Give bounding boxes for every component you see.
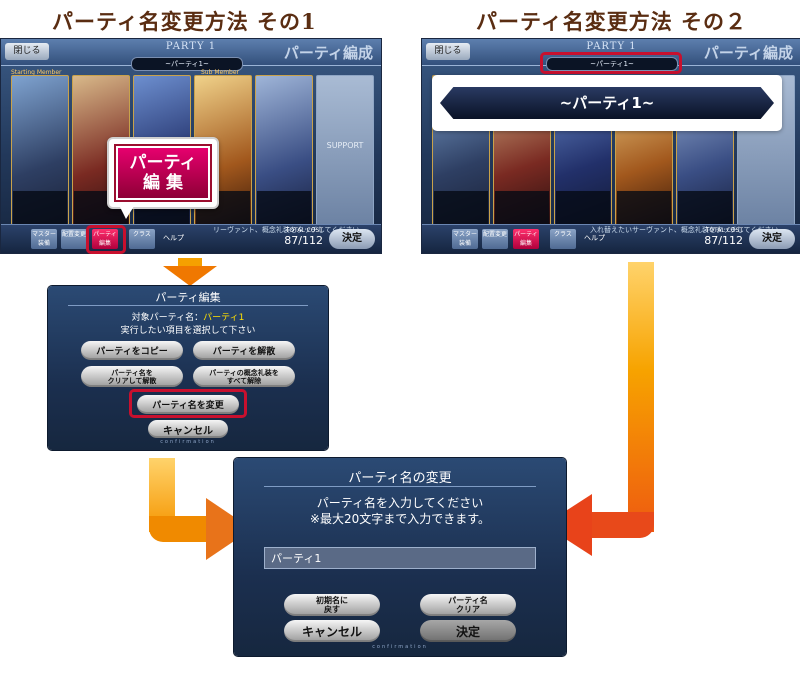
master-equip-button[interactable]: マスター装備 [31,229,57,249]
class-button[interactable]: クラス [129,229,155,249]
rename-dialog: パーティ名の変更 パーティ名を入力してください ※最大20文字まで入力できます。… [234,458,566,656]
screen-title: パーティ編成 [703,44,793,62]
support-label: SUPPORT [326,141,364,150]
total-cost-value: 87/112 [704,234,743,247]
party-name-large[interactable]: ~パーティ1~ [440,87,774,119]
cancel-button[interactable]: キャンセル [148,420,228,438]
card-stats [257,191,311,225]
party-edit-callout: パーティ 編 集 [107,137,219,209]
servant-card[interactable] [255,75,313,227]
bottom-bar: マスター装備 配置変更 パーティ編集 クラス ヘルプ 入れ替えたいサーヴァント、… [422,224,800,253]
total-cost: TOTAL COST 87/112 [704,227,743,247]
target-value: パーティ1 [203,313,245,323]
rename-limit-note: ※最大20文字まで入力できます。 [309,512,491,526]
dialog-instruction: 実行したい項目を選択して下さい [120,326,256,336]
remove-ce-button[interactable]: パーティの概念礼装を すべて解除 [193,366,295,387]
screen-title: パーティ編成 [283,44,373,62]
target-line: 対象パーティ名：パーティ1 [48,310,328,323]
decide-button[interactable]: 決定 [749,229,795,249]
total-cost: TOTAL COST 87/112 [284,227,323,247]
help-link[interactable]: ヘルプ [163,233,184,243]
formation-button[interactable]: 配置変更 [61,229,87,249]
card-stats [13,191,67,225]
highlight-party-name [540,52,682,74]
dialog-footer: confirmation [160,439,216,445]
callout-tail [118,203,136,219]
disband-party-button[interactable]: パーティを解散 [193,341,295,360]
dialog-title-divider [68,305,308,306]
card-stats [434,191,488,225]
default-name-button[interactable]: 初期名に 戻す [284,594,380,616]
party-edit-dialog: パーティ編集 対象パーティ名：パーティ1 実行したい項目を選択して下さい パーテ… [48,286,328,450]
party-name-input[interactable]: パーティ1 [264,547,536,569]
total-cost-value: 87/112 [284,234,323,247]
master-equip-button[interactable]: マスター装備 [452,229,478,249]
rename-title-divider [264,486,536,487]
servant-card[interactable] [11,75,69,227]
clear-name-button[interactable]: パーティ名 クリア [420,594,516,616]
callout-label: パーティ 編 集 [114,144,212,202]
arrow-down-icon [163,258,217,286]
bottom-bar: マスター装備 配置変更 パーティ編集 クラス ヘルプ リーヴァント、概念礼装をタ… [1,224,381,253]
total-cost-label: TOTAL COST [705,227,743,234]
class-button[interactable]: クラス [550,229,576,249]
clear-name-disband-button[interactable]: パーティ名を クリアして解散 [81,366,183,387]
decide-button[interactable]: 決定 [420,620,516,642]
highlight-rename [129,389,247,418]
method2-heading: パーティ名変更方法 その２ [476,9,748,34]
target-label: 対象パーティ名： [131,313,204,323]
rename-instruction: パーティ名を入力してください [316,496,484,510]
cancel-button[interactable]: キャンセル [284,620,380,642]
card-stats [556,191,610,225]
party-edit-button[interactable]: パーティ編集 [513,229,539,249]
support-card[interactable]: SUPPORT [316,75,374,227]
card-stats [617,191,671,225]
total-cost-label: TOTAL COST [285,227,323,234]
decide-button[interactable]: 決定 [329,229,375,249]
highlight-party-edit [86,225,126,254]
party-name-zoom: ~パーティ1~ [432,75,782,131]
rename-title: パーティ名の変更 [348,471,452,486]
card-stats [495,191,549,225]
copy-party-button[interactable]: パーティをコピー [81,341,183,360]
rename-footer: confirmation [372,644,428,650]
formation-button[interactable]: 配置変更 [482,229,508,249]
method1-heading: パーティ名変更方法 その1 [52,9,317,34]
dialog-title: パーティ編集 [155,291,221,304]
card-stats [678,191,732,225]
